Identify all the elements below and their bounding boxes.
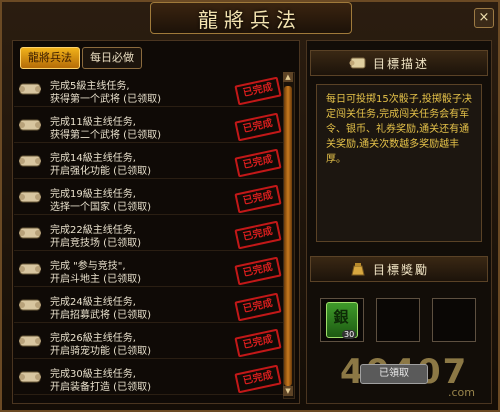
reward-quantity: 30 xyxy=(342,330,357,339)
scroll-icon xyxy=(19,191,41,203)
claim-button[interactable]: 已領取 xyxy=(360,364,428,384)
task-row[interactable]: 完成30級主线任务, 开启装备打造 (已领取) 已完成 xyxy=(14,360,284,395)
task-reward: 开启招募武将 (已领取) xyxy=(50,310,151,321)
task-row[interactable]: 完成14級主线任务, 开启强化功能 (已领取) 已完成 xyxy=(14,144,284,179)
window-title: 龍將兵法 xyxy=(198,8,302,32)
scrollbar-thumb[interactable] xyxy=(284,86,292,386)
site-watermark-suffix: .com xyxy=(448,386,475,399)
scroll-icon xyxy=(19,119,41,131)
scroll-up-icon[interactable]: ▲ xyxy=(283,72,293,82)
goal-description: 每日可投掷15次骰子,投掷骰子决定闯关任务,完成闯关任务会有军令、银币、礼券奖励… xyxy=(326,94,472,165)
scroll-icon xyxy=(19,335,41,347)
reward-heading: 目標獎勵 xyxy=(373,263,430,277)
task-row[interactable]: 完成19級主线任务, 选择一个国家 (已领取) 已完成 xyxy=(14,180,284,215)
task-reward: 获得第一个武将 (已领取) xyxy=(50,94,161,105)
task-list: 完成5級主线任务, 获得第一个武将 (已领取) 已完成 完成11級主线任务, 获… xyxy=(14,72,284,402)
completed-stamp: 已完成 xyxy=(234,256,282,286)
task-row[interactable]: 完成26級主线任务, 开启骑宠功能 (已领取) 已完成 xyxy=(14,324,284,359)
scroll-icon xyxy=(19,263,41,275)
scroll-icon xyxy=(19,227,41,239)
task-row[interactable]: 完成11級主线任务, 获得第二个武将 (已领取) 已完成 xyxy=(14,108,284,143)
reward-slot xyxy=(376,298,420,342)
tab-daily[interactable]: 每日必做 xyxy=(82,47,142,69)
reward-header: 目標獎勵 xyxy=(310,256,488,282)
task-row[interactable]: 完成24級主线任务, 开启招募武将 (已领取) 已完成 xyxy=(14,288,284,323)
scroll-icon xyxy=(19,155,41,167)
completed-stamp: 已完成 xyxy=(234,112,282,142)
close-button[interactable]: × xyxy=(474,8,494,28)
title-bar: 龍將兵法 xyxy=(150,0,352,34)
tab-bingfa[interactable]: 龍將兵法 xyxy=(20,47,80,69)
task-row[interactable]: 完成5級主线任务, 获得第一个武将 (已领取) 已完成 xyxy=(14,72,284,107)
goal-heading: 目標描述 xyxy=(373,57,430,71)
task-reward: 开启装备打造 (已领取) xyxy=(50,382,151,393)
completed-stamp: 已完成 xyxy=(234,184,282,214)
scroll-icon xyxy=(19,299,41,311)
reward-slot xyxy=(432,298,476,342)
completed-stamp: 已完成 xyxy=(234,76,282,106)
completed-stamp: 已完成 xyxy=(234,220,282,250)
scroll-icon xyxy=(19,83,41,95)
completed-stamp: 已完成 xyxy=(234,328,282,358)
completed-stamp: 已完成 xyxy=(234,292,282,322)
scroll-icon xyxy=(19,371,41,383)
task-reward: 获得第二个武将 (已领取) xyxy=(50,130,161,141)
reward-glyph: 銀 xyxy=(333,308,349,326)
goal-header: 目標描述 xyxy=(310,50,488,76)
task-row[interactable]: 完成22級主线任务, 开启竞技场 (已领取) 已完成 xyxy=(14,216,284,251)
task-row[interactable]: 完成 "参与竞技", 开启斗地主 (已领取) 已完成 xyxy=(14,252,284,287)
money-bag-icon xyxy=(351,263,365,276)
task-reward: 开启强化功能 (已领取) xyxy=(50,166,151,177)
task-reward: 开启骑宠功能 (已领取) xyxy=(50,346,151,357)
task-reward: 开启竞技场 (已领取) xyxy=(50,238,141,249)
scroll-down-icon[interactable]: ▼ xyxy=(283,386,293,396)
task-reward: 选择一个国家 (已领取) xyxy=(50,202,151,213)
task-reward: 开启斗地主 (已领取) xyxy=(50,274,141,285)
scroll-icon xyxy=(349,57,366,69)
completed-stamp: 已完成 xyxy=(234,364,282,394)
completed-stamp: 已完成 xyxy=(234,148,282,178)
